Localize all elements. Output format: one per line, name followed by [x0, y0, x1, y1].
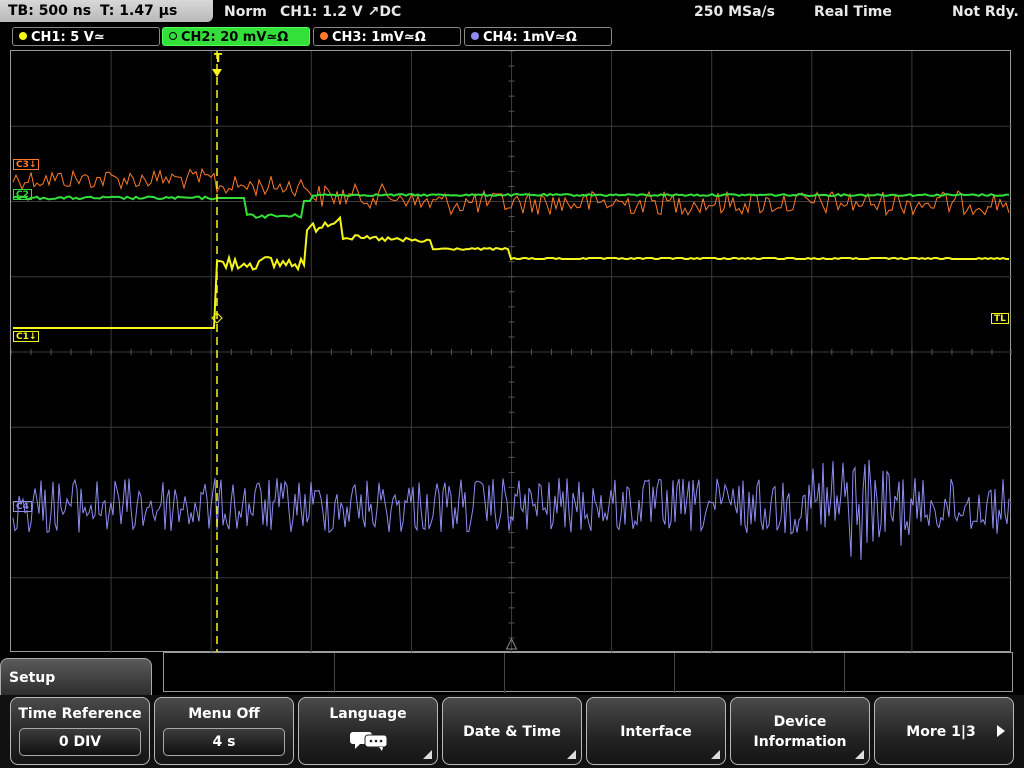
ch3-dot-icon	[320, 32, 328, 40]
trigger-time-label: T: 1.47 μs	[100, 3, 178, 19]
menu-off-value: 4 s	[163, 728, 285, 756]
overview-cell	[504, 653, 675, 693]
channel-tab-ch1[interactable]: CH1: 5 V≃	[12, 27, 160, 46]
timebase-label: TB: 500 ns	[8, 3, 92, 19]
ch2-dot-icon	[169, 32, 177, 40]
time-reference-button[interactable]: Time Reference 0 DIV	[10, 697, 150, 765]
ch3-ground-marker[interactable]: C3↓	[13, 159, 40, 170]
ch4-ground-marker[interactable]: C4	[13, 501, 32, 512]
sample-rate: 250 MSa/s	[694, 4, 776, 20]
acquisition-status: Not Rdy.	[952, 4, 1019, 20]
ch1-ground-marker[interactable]: C1↓	[13, 331, 40, 342]
more-button[interactable]: More 1|3	[874, 697, 1014, 765]
timebase-box[interactable]: TB: 500 ns T: 1.47 μs	[0, 0, 213, 22]
submenu-indicator-icon	[567, 750, 576, 759]
overview-cell	[164, 653, 335, 693]
ch2-ground-marker[interactable]: C2	[13, 189, 32, 200]
channel-label: CH4: 1mV≃Ω	[483, 30, 577, 45]
button-label: Menu Off	[188, 706, 260, 722]
graticule	[11, 51, 1012, 653]
zoom-overview-panel	[163, 652, 1013, 693]
button-label: Date & Time	[463, 724, 561, 740]
device-information-button[interactable]: Device Information	[730, 697, 870, 765]
overview-cell	[334, 653, 505, 693]
channel-tab-ch3[interactable]: CH3: 1mV≃Ω	[313, 27, 461, 46]
submenu-indicator-icon	[423, 750, 432, 759]
speech-bubble-icon	[350, 732, 388, 751]
waveform-canvas	[11, 51, 1012, 653]
trigger-position-marker[interactable]: T	[212, 52, 224, 64]
next-page-arrow-icon	[997, 725, 1005, 737]
time-reference-value: 0 DIV	[19, 728, 141, 756]
button-label: Device Information	[753, 714, 847, 750]
submenu-indicator-icon	[711, 750, 720, 759]
waveform-display[interactable]: C3↓ C2 C1↓ C4 TL T	[10, 50, 1012, 653]
trigger-level-marker[interactable]: TL	[991, 313, 1009, 324]
channel-label: CH1: 5 V≃	[31, 30, 105, 45]
submenu-indicator-icon	[855, 750, 864, 759]
trigger-arrow-icon	[212, 69, 222, 77]
ch4-dot-icon	[471, 32, 479, 40]
ch1-dot-icon	[19, 32, 27, 40]
interface-button[interactable]: Interface	[586, 697, 726, 765]
status-bar: TB: 500 ns T: 1.47 μs Norm CH1: 1.2 V ↗D…	[0, 0, 1024, 24]
menu-title: Setup	[0, 658, 152, 698]
button-label: More 1|3	[906, 724, 976, 740]
channel-tab-ch4[interactable]: CH4: 1mV≃Ω	[464, 27, 612, 46]
button-label: Interface	[620, 724, 692, 740]
softkey-menu: Time Reference 0 DIV Menu Off 4 s Langua…	[0, 695, 1024, 768]
overview-cell	[674, 653, 845, 693]
channel-label: CH2: 20 mV≃Ω	[181, 30, 289, 45]
trigger-source[interactable]: CH1: 1.2 V ↗DC	[280, 0, 401, 24]
channel-bar: CH1: 5 V≃ CH2: 20 mV≃Ω CH3: 1mV≃Ω CH4: 1…	[0, 26, 1024, 48]
date-time-button[interactable]: Date & Time	[442, 697, 582, 765]
channel-label: CH3: 1mV≃Ω	[332, 30, 426, 45]
button-label: Language	[329, 706, 407, 722]
button-label: Time Reference	[18, 706, 142, 722]
channel-tab-ch2[interactable]: CH2: 20 mV≃Ω	[162, 27, 310, 46]
menu-off-button[interactable]: Menu Off 4 s	[154, 697, 294, 765]
trigger-mode[interactable]: Norm	[224, 0, 267, 24]
language-button[interactable]: Language	[298, 697, 438, 765]
acquisition-mode: Real Time	[814, 4, 892, 20]
